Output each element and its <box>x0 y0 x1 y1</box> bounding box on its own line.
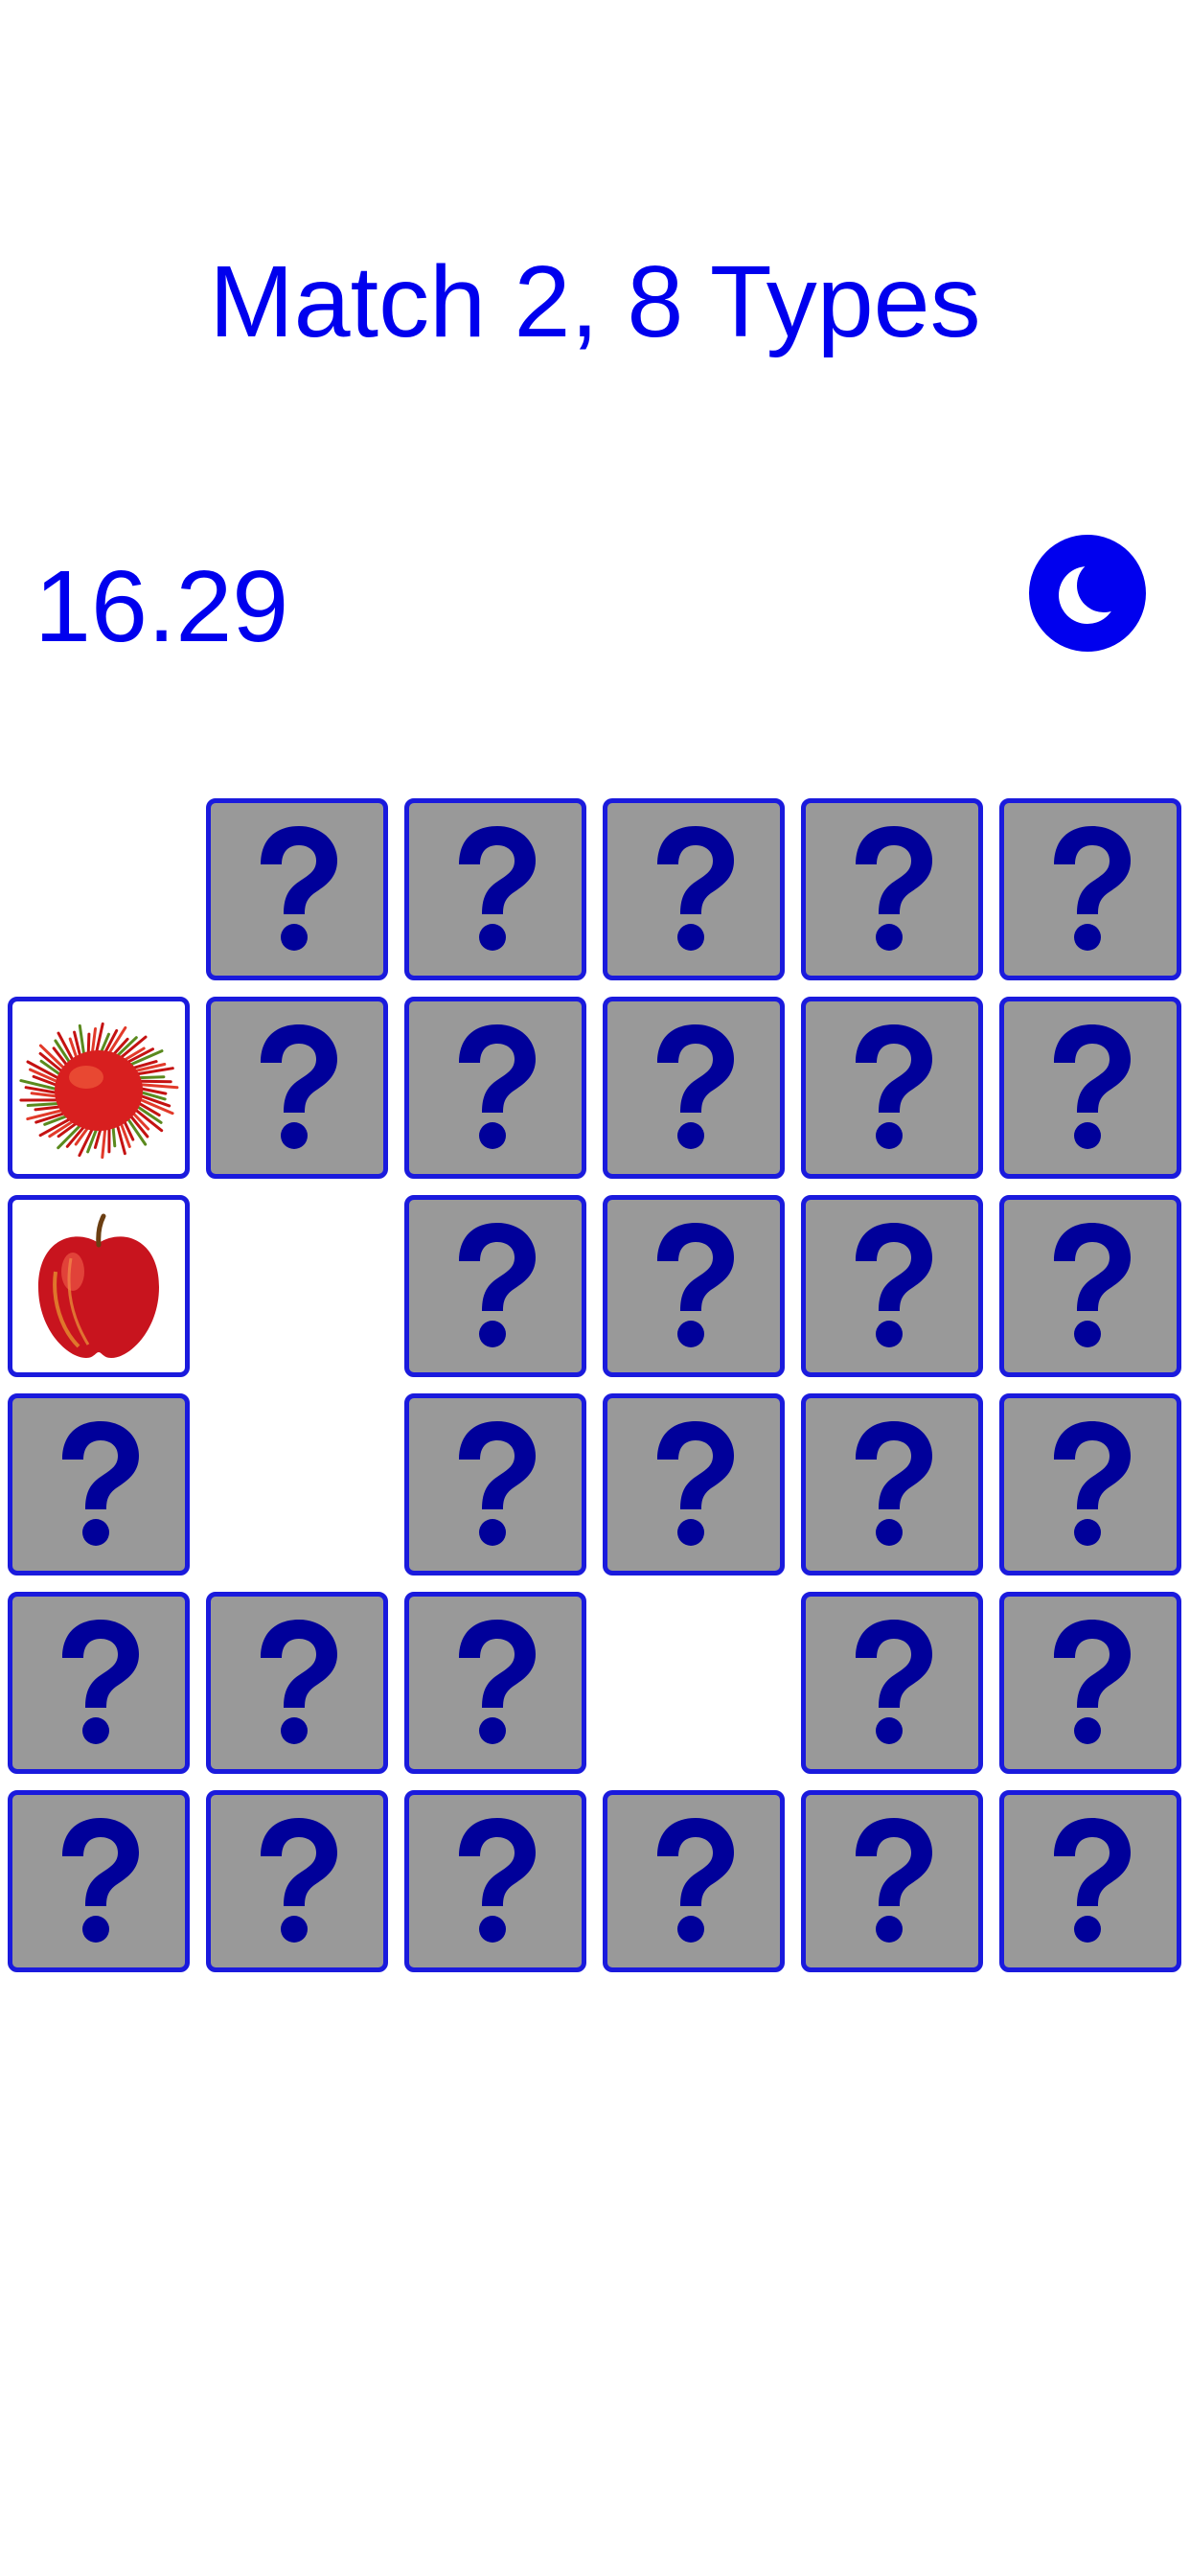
question-mark-icon <box>856 1818 932 1943</box>
rambutan-image <box>19 1022 179 1160</box>
card-facedown[interactable] <box>999 1393 1181 1576</box>
question-mark-icon <box>459 826 536 951</box>
question-mark-icon <box>856 1024 932 1149</box>
question-mark-icon <box>856 826 932 951</box>
apple-image <box>38 1213 159 1358</box>
card-facedown[interactable] <box>801 1790 983 1972</box>
card-facedown[interactable] <box>603 1393 785 1576</box>
card-facedown[interactable] <box>999 1195 1181 1377</box>
card-grid <box>8 798 1182 1972</box>
card-facedown[interactable] <box>603 798 785 980</box>
card-rambutan[interactable] <box>8 997 190 1179</box>
card-facedown[interactable] <box>999 798 1181 980</box>
question-mark-icon <box>657 1818 734 1943</box>
question-mark-icon <box>261 826 337 951</box>
card-facedown[interactable] <box>603 997 785 1179</box>
question-mark-icon <box>62 1620 139 1744</box>
question-mark-icon <box>261 1620 337 1744</box>
question-mark-icon <box>1054 1818 1131 1943</box>
question-mark-icon <box>657 1421 734 1546</box>
theme-toggle-button[interactable] <box>1028 534 1147 653</box>
question-mark-icon <box>856 1620 932 1744</box>
card-facedown[interactable] <box>801 1592 983 1774</box>
card-facedown[interactable] <box>206 997 388 1179</box>
question-mark-icon <box>856 1223 932 1347</box>
card-facedown[interactable] <box>206 798 388 980</box>
card-facedown[interactable] <box>404 1790 586 1972</box>
card-facedown[interactable] <box>999 997 1181 1179</box>
card-facedown[interactable] <box>801 798 983 980</box>
card-facedown[interactable] <box>603 1790 785 1972</box>
question-mark-icon <box>1054 1024 1131 1149</box>
card-facedown[interactable] <box>8 1393 190 1576</box>
question-mark-icon <box>657 826 734 951</box>
question-mark-icon <box>459 1620 536 1744</box>
question-mark-icon <box>261 1818 337 1943</box>
card-facedown[interactable] <box>206 1790 388 1972</box>
question-mark-icon <box>1054 1421 1131 1546</box>
question-mark-icon <box>62 1421 139 1546</box>
question-mark-icon <box>657 1223 734 1347</box>
question-mark-icon <box>856 1421 932 1546</box>
question-mark-icon <box>261 1024 337 1149</box>
card-facedown[interactable] <box>8 1790 190 1972</box>
timer-display: 16.29 <box>34 550 289 663</box>
card-apple[interactable] <box>8 1195 190 1377</box>
card-facedown[interactable] <box>801 1393 983 1576</box>
question-mark-icon <box>459 1818 536 1943</box>
moon-icon <box>1029 535 1146 652</box>
card-facedown[interactable] <box>999 1790 1181 1972</box>
game-title: Match 2, 8 Types <box>209 245 981 358</box>
card-facedown[interactable] <box>404 1592 586 1774</box>
card-facedown[interactable] <box>8 1592 190 1774</box>
question-mark-icon <box>459 1421 536 1546</box>
card-facedown[interactable] <box>206 1592 388 1774</box>
question-mark-icon <box>62 1818 139 1943</box>
card-facedown[interactable] <box>404 1195 586 1377</box>
question-mark-icon <box>459 1223 536 1347</box>
question-mark-icon <box>1054 1620 1131 1744</box>
card-facedown[interactable] <box>999 1592 1181 1774</box>
card-facedown[interactable] <box>603 1195 785 1377</box>
card-facedown[interactable] <box>404 1393 586 1576</box>
question-mark-icon <box>459 1024 536 1149</box>
card-facedown[interactable] <box>801 1195 983 1377</box>
card-facedown[interactable] <box>404 997 586 1179</box>
question-mark-icon <box>1054 1223 1131 1347</box>
card-facedown[interactable] <box>801 997 983 1179</box>
card-facedown[interactable] <box>404 798 586 980</box>
question-mark-icon <box>657 1024 734 1149</box>
question-mark-icon <box>1054 826 1131 951</box>
